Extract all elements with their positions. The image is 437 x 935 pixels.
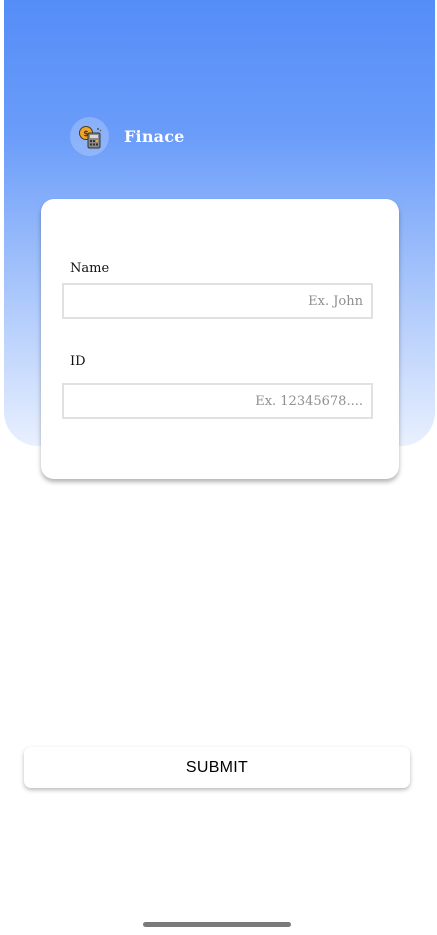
app-brand: $ Finace [70,117,185,156]
name-input[interactable] [62,283,373,319]
form-card: Name ID [41,199,399,479]
home-indicator[interactable] [143,922,291,927]
app-logo: $ [70,117,109,156]
submit-button[interactable]: SUBMIT [24,747,410,788]
calculator-coin-icon: $ [78,125,101,148]
id-label: ID [70,354,86,369]
app-title: Finace [124,127,185,146]
name-label: Name [70,261,110,276]
id-input[interactable] [62,383,373,419]
